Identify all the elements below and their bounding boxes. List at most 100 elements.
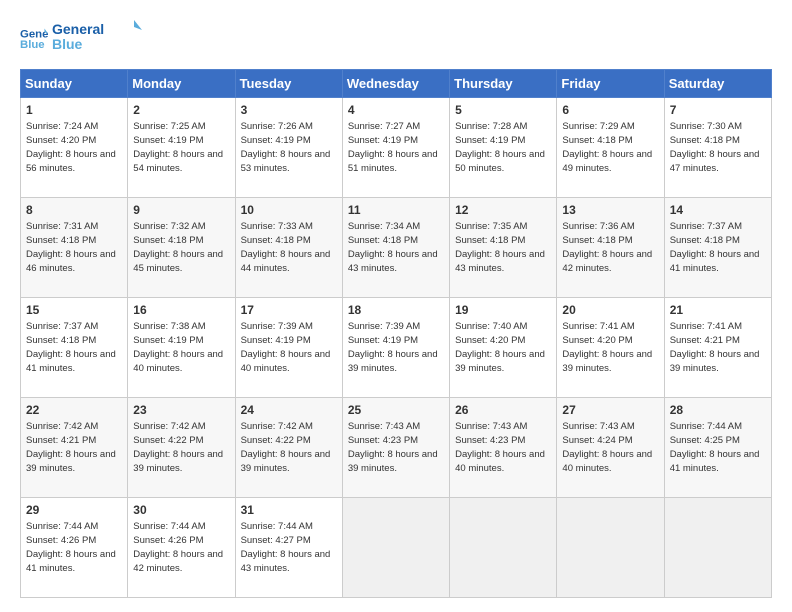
table-row: 6Sunrise: 7:29 AMSunset: 4:18 PMDaylight…	[557, 98, 664, 198]
logo-svg: General Blue	[52, 18, 142, 54]
table-row: 29 Sunrise: 7:44 AMSunset: 4:26 PMDayligh…	[21, 498, 128, 598]
table-row: 26 Sunrise: 7:43 AMSunset: 4:23 PMDayligh…	[450, 398, 557, 498]
day-info: Sunrise: 7:31 AMSunset: 4:18 PMDaylight:…	[26, 221, 116, 274]
day-info: Sunrise: 7:33 AMSunset: 4:18 PMDaylight:…	[241, 221, 331, 274]
table-row: 1 Sunrise: 7:24 AMSunset: 4:20 PMDaylight…	[21, 98, 128, 198]
table-row: 5 Sunrise: 7:28 AMSunset: 4:19 PMDaylight…	[450, 98, 557, 198]
table-row: 11 Sunrise: 7:34 AMSunset: 4:18 PMDayligh…	[342, 198, 449, 298]
day-number: 4	[348, 102, 444, 119]
day-info: Sunrise: 7:43 AMSunset: 4:23 PMDaylight:…	[348, 421, 438, 474]
logo: General Blue General Blue	[20, 18, 142, 59]
day-info: Sunrise: 7:44 AMSunset: 4:26 PMDaylight:…	[26, 521, 116, 574]
table-row: 31 Sunrise: 7:44 AMSunset: 4:27 PMDayligh…	[235, 498, 342, 598]
day-number: 24	[241, 402, 337, 419]
day-info: Sunrise: 7:28 AMSunset: 4:19 PMDaylight:…	[455, 121, 545, 174]
day-number: 29	[26, 502, 122, 519]
day-info: Sunrise: 7:35 AMSunset: 4:18 PMDaylight:…	[455, 221, 545, 274]
svg-text:Blue: Blue	[52, 36, 83, 52]
day-info: Sunrise: 7:26 AMSunset: 4:19 PMDaylight:…	[241, 121, 331, 174]
table-row: 12 Sunrise: 7:35 AMSunset: 4:18 PMDayligh…	[450, 198, 557, 298]
col-header-sunday: Sunday	[21, 70, 128, 98]
day-number: 21	[670, 302, 766, 319]
table-row: 17 Sunrise: 7:39 AMSunset: 4:19 PMDayligh…	[235, 298, 342, 398]
table-row: 9 Sunrise: 7:32 AMSunset: 4:18 PMDaylight…	[128, 198, 235, 298]
table-row: 25 Sunrise: 7:43 AMSunset: 4:23 PMDayligh…	[342, 398, 449, 498]
day-number: 12	[455, 202, 551, 219]
day-number: 2	[133, 102, 229, 119]
table-row	[557, 498, 664, 598]
table-row: 22 Sunrise: 7:42 AMSunset: 4:21 PMDayligh…	[21, 398, 128, 498]
day-info: Sunrise: 7:36 AMSunset: 4:18 PMDaylight:…	[562, 221, 652, 274]
day-info: Sunrise: 7:39 AMSunset: 4:19 PMDaylight:…	[348, 321, 438, 374]
table-row: 18 Sunrise: 7:39 AMSunset: 4:19 PMDayligh…	[342, 298, 449, 398]
col-header-monday: Monday	[128, 70, 235, 98]
table-row: 28 Sunrise: 7:44 AMSunset: 4:25 PMDayligh…	[664, 398, 771, 498]
day-info: Sunrise: 7:34 AMSunset: 4:18 PMDaylight:…	[348, 221, 438, 274]
day-number: 11	[348, 202, 444, 219]
day-info: Sunrise: 7:44 AMSunset: 4:25 PMDaylight:…	[670, 421, 760, 474]
day-number: 16	[133, 302, 229, 319]
day-info: Sunrise: 7:37 AMSunset: 4:18 PMDaylight:…	[670, 221, 760, 274]
day-info: Sunrise: 7:42 AMSunset: 4:22 PMDaylight:…	[133, 421, 223, 474]
day-number: 31	[241, 502, 337, 519]
day-number: 17	[241, 302, 337, 319]
day-number: 5	[455, 102, 551, 119]
day-number: 20	[562, 302, 658, 319]
table-row	[450, 498, 557, 598]
day-info: Sunrise: 7:27 AMSunset: 4:19 PMDaylight:…	[348, 121, 438, 174]
col-header-saturday: Saturday	[664, 70, 771, 98]
table-row	[664, 498, 771, 598]
day-number: 7	[670, 102, 766, 119]
svg-text:Blue: Blue	[20, 38, 45, 50]
day-info: Sunrise: 7:42 AMSunset: 4:21 PMDaylight:…	[26, 421, 116, 474]
day-number: 15	[26, 302, 122, 319]
day-info: Sunrise: 7:40 AMSunset: 4:20 PMDaylight:…	[455, 321, 545, 374]
table-row: 3 Sunrise: 7:26 AMSunset: 4:19 PMDaylight…	[235, 98, 342, 198]
day-info: Sunrise: 7:43 AMSunset: 4:24 PMDaylight:…	[562, 421, 652, 474]
day-number: 30	[133, 502, 229, 519]
day-info: Sunrise: 7:43 AMSunset: 4:23 PMDaylight:…	[455, 421, 545, 474]
day-number: 27	[562, 402, 658, 419]
calendar-table: SundayMondayTuesdayWednesdayThursdayFrid…	[20, 69, 772, 598]
day-number: 3	[241, 102, 337, 119]
col-header-wednesday: Wednesday	[342, 70, 449, 98]
table-row: 13 Sunrise: 7:36 AMSunset: 4:18 PMDayligh…	[557, 198, 664, 298]
table-row: 27 Sunrise: 7:43 AMSunset: 4:24 PMDayligh…	[557, 398, 664, 498]
day-number: 6	[562, 102, 658, 119]
col-header-friday: Friday	[557, 70, 664, 98]
day-info: Sunrise: 7:37 AMSunset: 4:18 PMDaylight:…	[26, 321, 116, 374]
day-info: Sunrise: 7:38 AMSunset: 4:19 PMDaylight:…	[133, 321, 223, 374]
svg-text:General: General	[52, 21, 104, 37]
day-number: 1	[26, 102, 122, 119]
table-row	[342, 498, 449, 598]
table-row: 15 Sunrise: 7:37 AMSunset: 4:18 PMDayligh…	[21, 298, 128, 398]
day-number: 25	[348, 402, 444, 419]
table-row: 20 Sunrise: 7:41 AMSunset: 4:20 PMDayligh…	[557, 298, 664, 398]
logo-icon: General Blue	[20, 25, 48, 53]
col-header-thursday: Thursday	[450, 70, 557, 98]
table-row: 10 Sunrise: 7:33 AMSunset: 4:18 PMDayligh…	[235, 198, 342, 298]
day-info: Sunrise: 7:32 AMSunset: 4:18 PMDaylight:…	[133, 221, 223, 274]
day-info: Sunrise: 7:41 AMSunset: 4:21 PMDaylight:…	[670, 321, 760, 374]
day-info: Sunrise: 7:44 AMSunset: 4:27 PMDaylight:…	[241, 521, 331, 574]
day-number: 14	[670, 202, 766, 219]
day-info: Sunrise: 7:30 AMSunset: 4:18 PMDaylight:…	[670, 121, 760, 174]
day-number: 22	[26, 402, 122, 419]
day-info: Sunrise: 7:39 AMSunset: 4:19 PMDaylight:…	[241, 321, 331, 374]
table-row: 23Sunrise: 7:42 AMSunset: 4:22 PMDayligh…	[128, 398, 235, 498]
page: General Blue General Blue SundayMondayTu…	[0, 0, 792, 612]
header: General Blue General Blue	[20, 18, 772, 59]
day-info: Sunrise: 7:41 AMSunset: 4:20 PMDaylight:…	[562, 321, 652, 374]
table-row: 4 Sunrise: 7:27 AMSunset: 4:19 PMDaylight…	[342, 98, 449, 198]
day-number: 28	[670, 402, 766, 419]
day-info: Sunrise: 7:24 AMSunset: 4:20 PMDaylight:…	[26, 121, 116, 174]
day-number: 9	[133, 202, 229, 219]
day-number: 26	[455, 402, 551, 419]
table-row: 14 Sunrise: 7:37 AMSunset: 4:18 PMDayligh…	[664, 198, 771, 298]
table-row: 7 Sunrise: 7:30 AMSunset: 4:18 PMDaylight…	[664, 98, 771, 198]
table-row: 19Sunrise: 7:40 AMSunset: 4:20 PMDayligh…	[450, 298, 557, 398]
day-number: 10	[241, 202, 337, 219]
day-number: 13	[562, 202, 658, 219]
day-info: Sunrise: 7:42 AMSunset: 4:22 PMDaylight:…	[241, 421, 331, 474]
day-number: 18	[348, 302, 444, 319]
